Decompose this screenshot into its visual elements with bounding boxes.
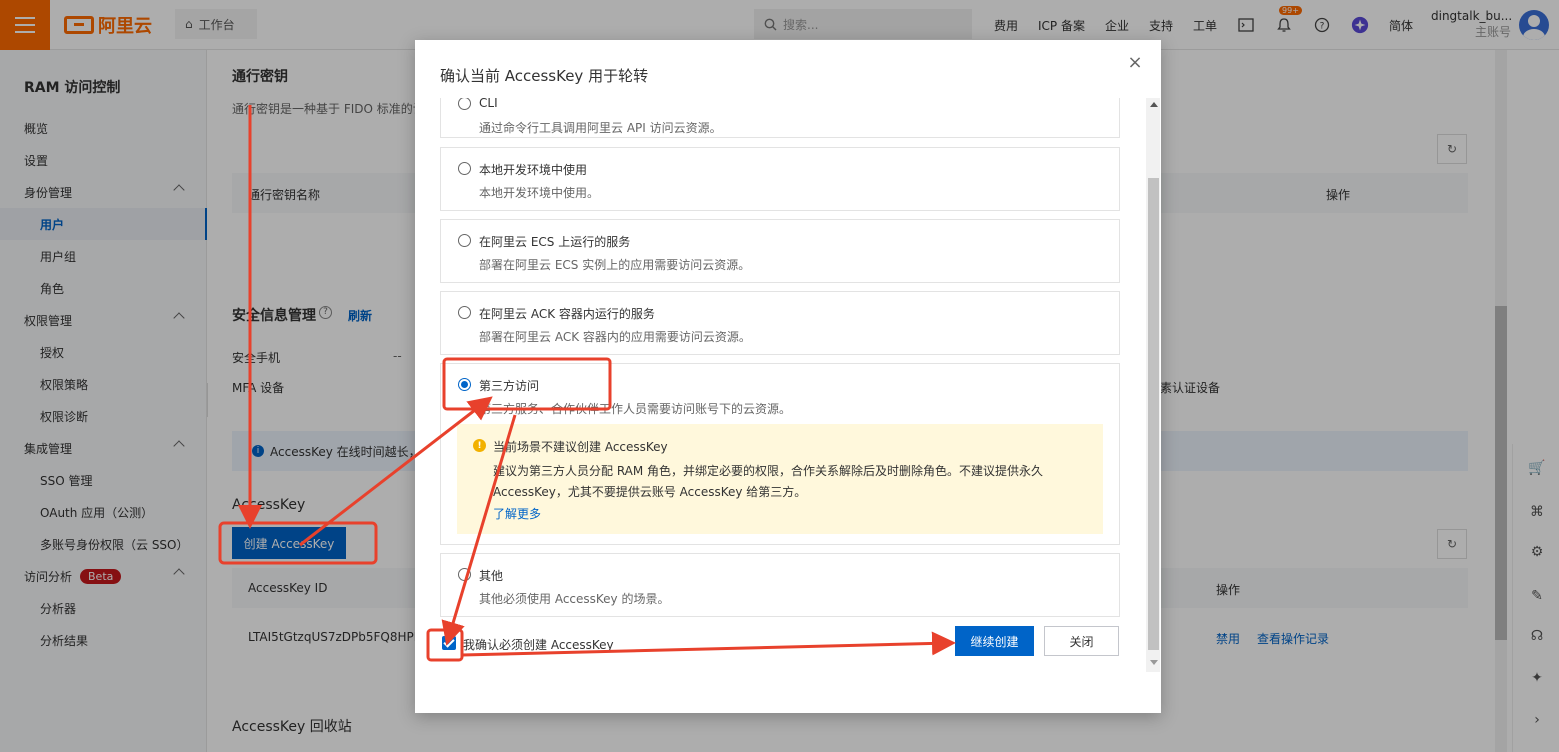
confirm-rotation-dialog: 确认当前 AccessKey 用于轮转 × CLI 通过命令行工具调用阿里云 A… [415,40,1161,713]
option-description: 通过命令行工具调用阿里云 API 访问云资源。 [479,121,722,135]
option-third-party[interactable]: 第三方访问 第三方服务、合作伙伴工作人员需要访问账号下的云资源。 ! 当前场景不… [440,363,1120,545]
option-label: 第三方访问 [479,379,540,393]
option-description: 部署在阿里云 ACK 容器内的应用需要访问云资源。 [479,330,751,344]
close-button[interactable]: 关闭 [1044,626,1119,656]
option-label: 在阿里云 ACK 容器内运行的服务 [479,307,655,321]
option-description: 部署在阿里云 ECS 实例上的应用需要访问云资源。 [479,258,751,272]
warning-title: 当前场景不建议创建 AccessKey [493,440,668,454]
option-ecs[interactable]: 在阿里云 ECS 上运行的服务 部署在阿里云 ECS 实例上的应用需要访问云资源… [440,219,1120,283]
radio-other[interactable] [458,568,471,581]
option-label: CLI [479,98,498,110]
learn-more-link[interactable]: 了解更多 [493,505,541,522]
radio-ack[interactable] [458,306,471,319]
scroll-down-arrow-icon[interactable] [1150,660,1158,665]
warning-text: 建议为第三方人员分配 RAM 角色，并绑定必要的权限，合作关系解除后及时删除角色… [493,464,1044,499]
option-description: 第三方服务、合作伙伴工作人员需要访问账号下的云资源。 [479,402,792,416]
confirm-checkbox[interactable] [442,636,456,650]
radio-third-party[interactable] [458,378,471,391]
radio-cli[interactable] [458,98,471,110]
continue-create-button[interactable]: 继续创建 [955,626,1034,656]
option-ack[interactable]: 在阿里云 ACK 容器内运行的服务 部署在阿里云 ACK 容器内的应用需要访问云… [440,291,1120,355]
option-label: 其他 [479,569,504,583]
dialog-body: CLI 通过命令行工具调用阿里云 API 访问云资源。 本地开发环境中使用 本地… [415,98,1161,638]
option-label: 在阿里云 ECS 上运行的服务 [479,235,631,249]
scroll-up-arrow-icon[interactable] [1150,102,1158,107]
close-icon[interactable]: × [1126,54,1144,72]
option-local-dev[interactable]: 本地开发环境中使用 本地开发环境中使用。 [440,147,1120,211]
dialog-title: 确认当前 AccessKey 用于轮转 [440,67,649,85]
warning-icon: ! [473,439,486,452]
option-description: 其他必须使用 AccessKey 的场景。 [479,592,670,606]
warning-box: ! 当前场景不建议创建 AccessKey 建议为第三方人员分配 RAM 角色，… [457,424,1103,534]
radio-local-dev[interactable] [458,162,471,175]
option-other[interactable]: 其他 其他必须使用 AccessKey 的场景。 [440,553,1120,617]
confirm-checkbox-label[interactable]: 我确认必须创建 AccessKey [463,636,614,653]
dialog-scrollbar-thumb[interactable] [1148,178,1159,650]
option-description: 本地开发环境中使用。 [479,186,600,200]
option-label: 本地开发环境中使用 [479,163,588,177]
radio-ecs[interactable] [458,234,471,247]
option-cli[interactable]: CLI 通过命令行工具调用阿里云 API 访问云资源。 [440,98,1120,138]
